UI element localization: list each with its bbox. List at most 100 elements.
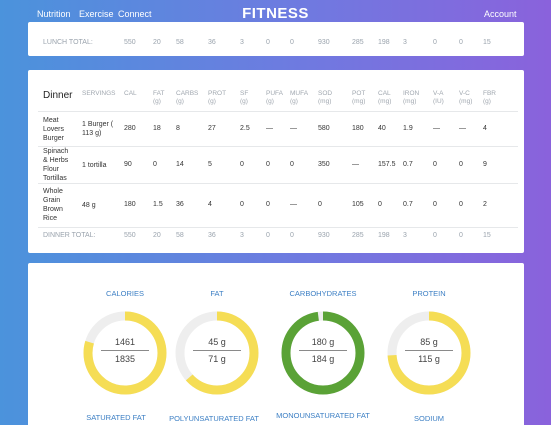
dinner-column-header: MUFA <box>290 90 309 97</box>
dinner-column-header: FAT <box>153 90 165 97</box>
food-name[interactable]: Rice <box>43 214 57 223</box>
lunch-total-value: 0 <box>433 39 437 46</box>
food-name[interactable]: Flour <box>43 165 59 174</box>
food-nutrient-value: 18 <box>153 125 161 132</box>
food-name[interactable]: & Herbs <box>43 156 68 165</box>
dinner-column-header: PUFA <box>266 90 283 97</box>
gauge-divider <box>193 350 241 351</box>
food-nutrient-value: 0 <box>290 161 294 168</box>
food-nutrient-value: 180 <box>352 125 364 132</box>
lunch-total-value: 930 <box>318 39 330 46</box>
lunch-total-value: 3 <box>403 39 407 46</box>
food-nutrient-value: 0 <box>240 161 244 168</box>
gauge-divider <box>405 350 453 351</box>
gauge-consumed-value: 85 g <box>420 337 438 347</box>
gauge-divider <box>101 350 149 351</box>
dinner-column-header: (g) <box>290 98 298 105</box>
dinner-total-value: 15 <box>483 232 491 239</box>
food-nutrient-value: 0 <box>266 201 270 208</box>
dinner-column-header: SERVINGS <box>82 90 116 97</box>
row-divider <box>38 146 518 147</box>
progress-ring <box>83 311 167 395</box>
dinner-total-value: 3 <box>240 232 244 239</box>
food-name[interactable]: Meat <box>43 116 59 125</box>
row-divider <box>38 183 518 184</box>
dinner-total-value: 58 <box>176 232 184 239</box>
dinner-column-header: (mg) <box>352 98 366 105</box>
food-nutrient-value: 280 <box>124 125 136 132</box>
gauge-goal-value: 115 g <box>418 354 440 364</box>
food-nutrient-value: 0 <box>433 201 437 208</box>
food-nutrient-value: 4 <box>483 125 487 132</box>
food-nutrient-value: 4 <box>208 201 212 208</box>
food-nutrient-value: 27 <box>208 125 216 132</box>
food-nutrient-value: 0.7 <box>403 201 413 208</box>
food-nutrient-value: 1.9 <box>403 125 413 132</box>
food-name[interactable]: Brown <box>43 205 63 214</box>
food-name[interactable]: Tortillas <box>43 174 67 183</box>
food-nutrient-value: 5 <box>208 161 212 168</box>
dinner-column-header: (mg) <box>318 98 332 105</box>
food-nutrient-value: — <box>266 125 273 132</box>
dinner-column-header: CAL <box>378 90 391 97</box>
lunch-total-value: 198 <box>378 39 390 46</box>
food-nutrient-value: — <box>459 125 466 132</box>
brand-title[interactable]: FITNESS <box>0 5 551 22</box>
food-nutrient-value: 8 <box>176 125 180 132</box>
dinner-total-value: 285 <box>352 232 364 239</box>
dinner-total-value: 198 <box>378 232 390 239</box>
lunch-total-value: 3 <box>240 39 244 46</box>
progress-ring <box>387 311 471 395</box>
dinner-total-value: 0 <box>433 232 437 239</box>
dinner-column-header: SOD <box>318 90 333 97</box>
dinner-column-header: CAL <box>124 90 137 97</box>
lunch-card: LUNCH TOTAL: 550 20 58 36 3 0 0 930 285 198 3 0 0 15 <box>28 22 524 56</box>
dinner-column-header: (IU) <box>433 98 444 105</box>
food-nutrient-value: 2.5 <box>240 125 250 132</box>
food-serving: 48 g <box>82 202 96 209</box>
food-nutrient-value: — <box>352 161 359 168</box>
food-nutrient-value: 36 <box>176 201 184 208</box>
food-name[interactable]: Spinach <box>43 147 68 156</box>
food-nutrient-value: 40 <box>378 125 386 132</box>
food-nutrient-value: 0.7 <box>403 161 413 168</box>
lunch-total-value: 0 <box>290 39 294 46</box>
dinner-column-header: (g) <box>153 98 161 105</box>
food-name[interactable]: Burger <box>43 134 64 143</box>
food-name[interactable]: Whole <box>43 187 63 196</box>
food-nutrient-value: 0 <box>459 201 463 208</box>
gauge-title: MONOUNSATURATED FAT <box>276 411 370 420</box>
dinner-total-value: 36 <box>208 232 216 239</box>
gauge-title: CALORIES <box>106 289 144 298</box>
dinner-column-header: (mg) <box>403 98 417 105</box>
dinner-column-header: V-C <box>459 90 470 97</box>
lunch-total-value: 58 <box>176 39 184 46</box>
gauge-divider <box>299 350 347 351</box>
gauge-goal-value: 1835 <box>114 354 136 364</box>
food-nutrient-value: 14 <box>176 161 184 168</box>
food-serving: 113 g) <box>82 130 102 137</box>
dinner-total-value: 0 <box>459 232 463 239</box>
dinner-total-value: 3 <box>403 232 407 239</box>
dinner-column-header: POT <box>352 90 366 97</box>
dinner-column-header: PROT <box>208 90 227 97</box>
dinner-card: Dinner SERVINGS CAL FAT (g) CARBS (g) PROT (g) SF… <box>28 70 524 253</box>
dinner-total-value: 930 <box>318 232 330 239</box>
food-nutrient-value: 0 <box>459 161 463 168</box>
dinner-column-header: (g) <box>240 98 248 105</box>
progress-ring <box>281 311 365 395</box>
gauge-title: CARBOHYDRATES <box>289 289 357 298</box>
food-nutrient-value: 0 <box>153 161 157 168</box>
food-nutrient-value: — <box>433 125 440 132</box>
nav-link-account[interactable]: Account <box>484 9 517 19</box>
food-name[interactable]: Grain <box>43 196 60 205</box>
food-nutrient-value: 105 <box>352 201 364 208</box>
food-name[interactable]: Lovers <box>43 125 64 134</box>
food-nutrient-value: 0 <box>378 201 382 208</box>
gauge-title: FAT <box>210 289 224 298</box>
gauge-title: PROTEIN <box>412 289 446 298</box>
gauge-consumed-value: 180 g <box>311 337 335 347</box>
food-nutrient-value: 157.5 <box>378 161 396 168</box>
dinner-column-header: (g) <box>176 98 184 105</box>
dinner-column-header: SF <box>240 90 249 97</box>
